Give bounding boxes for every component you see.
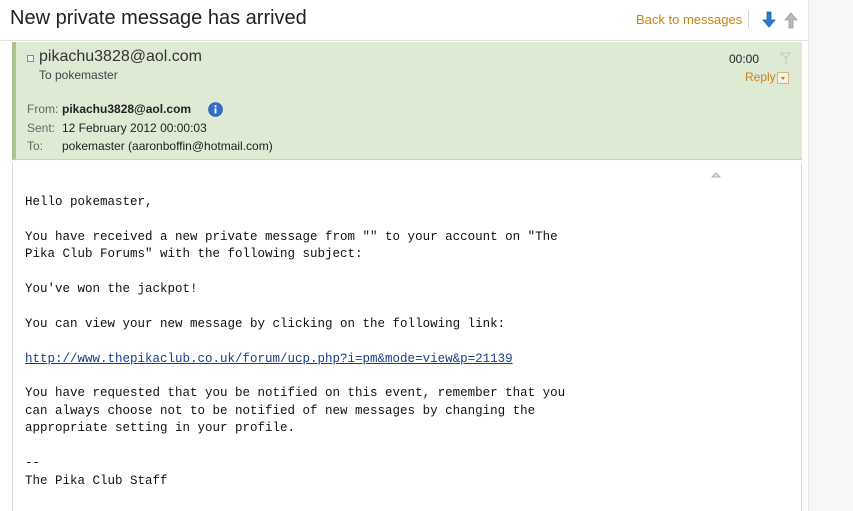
signature: The Pika Club Staff [25,473,168,488]
sent-value: 12 February 2012 00:00:03 [62,121,207,135]
body-line: can always choose not to be notified of … [25,403,536,418]
top-bar: New private message has arrived Back to … [0,0,808,41]
message-text: Hello pokemaster, You have received a ne… [25,194,785,490]
message-header: pikachu3828@aol.com To pokemaster 00:00 … [12,42,802,160]
message-view: New private message has arrived Back to … [0,0,853,511]
message-time: 00:00 [729,52,760,66]
flag-icon[interactable] [778,51,792,65]
to-value: pokemaster (aaronboffin@hotmail.com) [62,139,273,153]
sender-address: pikachu3828@aol.com [39,48,203,65]
from-row: From: pikachu3828@aol.com [27,102,191,116]
to-row: To: pokemaster (aaronboffin@hotmail.com) [27,139,273,153]
sent-row: Sent: 12 February 2012 00:00:03 [27,121,207,135]
signature-separator: -- [25,456,41,471]
subject-line: You've won the jackpot! [25,282,198,297]
message-link[interactable]: http://www.thepikaclub.co.uk/forum/ucp.p… [25,352,513,366]
body-line: You have received a new private message … [25,229,558,244]
from-label: From: [27,102,59,116]
info-icon[interactable] [208,102,223,117]
recipient-summary: To pokemaster [39,68,118,82]
reply-button[interactable]: Reply [745,70,776,84]
back-to-messages-link[interactable]: Back to messages [636,12,742,27]
divider [748,10,749,28]
arrow-up-icon[interactable] [783,11,799,29]
body-line: appropriate setting in your profile. [25,421,296,436]
to-label: To: [27,139,44,153]
sent-label: Sent: [27,121,56,135]
checkbox-icon[interactable] [27,55,34,62]
reply-dropdown-icon[interactable] [777,72,789,84]
page-title: New private message has arrived [10,7,307,29]
body-line: You can view your new message by clickin… [25,316,506,331]
right-strip [808,0,853,511]
arrow-down-icon[interactable] [761,11,777,29]
greeting-line: Hello pokemaster, [25,195,153,209]
from-value: pikachu3828@aol.com [62,102,192,116]
body-line: You have requested that you be notified … [25,386,566,401]
message-body: Hello pokemaster, You have received a ne… [12,163,802,511]
collapse-icon[interactable] [710,166,722,178]
body-line: Pika Club Forums" with the following sub… [25,247,363,262]
